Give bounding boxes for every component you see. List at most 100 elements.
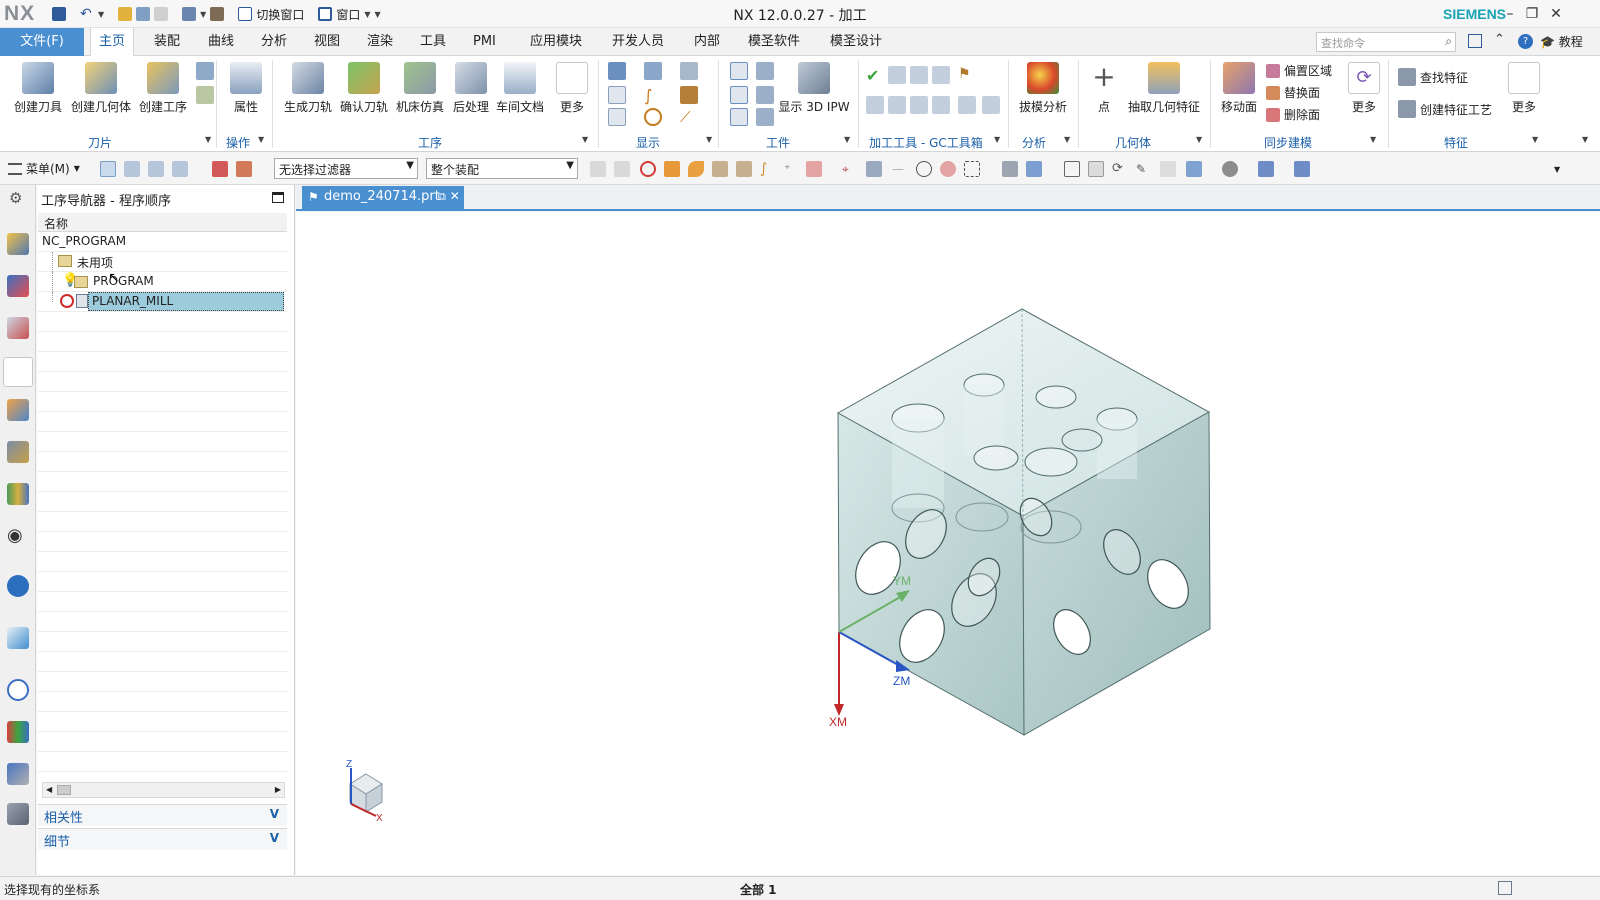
system-materials-icon[interactable] bbox=[7, 721, 29, 743]
help-icon[interactable]: ? bbox=[1518, 34, 1533, 49]
display-circle-icon[interactable] bbox=[644, 108, 662, 126]
repeat-command-icon[interactable] bbox=[182, 7, 197, 21]
display-section-icon[interactable] bbox=[608, 108, 626, 126]
tab-analysis[interactable]: 分析 bbox=[253, 28, 295, 56]
extract-geometry-button[interactable]: 抽取几何特征 bbox=[1126, 60, 1202, 115]
scroll-thumb[interactable] bbox=[57, 785, 71, 795]
pan-icon[interactable]: ✎ bbox=[1136, 161, 1152, 177]
create-method-icon[interactable] bbox=[196, 86, 214, 104]
create-program-icon[interactable] bbox=[196, 62, 214, 80]
gc-check-icon[interactable]: ✔ bbox=[866, 66, 884, 85]
group-workpiece-dropdown-icon[interactable]: ▼ bbox=[844, 135, 850, 144]
create-operation-button[interactable]: 创建工序 bbox=[136, 60, 190, 115]
control-point-icon[interactable]: — bbox=[892, 161, 908, 177]
assembly-navigator-icon[interactable] bbox=[7, 233, 29, 255]
gc-tool-icon-2[interactable] bbox=[910, 66, 928, 84]
group-feature-dropdown-icon[interactable]: ▼ bbox=[1532, 135, 1538, 144]
menu-button[interactable]: 菜单(M) ▼ bbox=[8, 160, 80, 177]
repeat-dropdown-icon[interactable]: ▼ bbox=[200, 10, 206, 19]
collapse-ribbon-icon[interactable]: ⌃ bbox=[1494, 32, 1505, 47]
gc-tool-icon-9[interactable] bbox=[982, 96, 1000, 114]
undo-dropdown-icon[interactable]: ▼ bbox=[98, 10, 104, 19]
zoom-icon[interactable] bbox=[1088, 161, 1104, 177]
history-clock-icon[interactable] bbox=[7, 679, 29, 701]
curve-filter-icon[interactable]: ∫ bbox=[760, 161, 776, 177]
more-procedure-button[interactable]: 更多 bbox=[552, 60, 592, 115]
offset-region-button[interactable]: 偏置区域 bbox=[1266, 62, 1332, 79]
reuse-library-icon[interactable] bbox=[7, 441, 29, 463]
display-program-icon[interactable] bbox=[680, 62, 698, 80]
machine-sim-button[interactable]: 机床仿真 bbox=[392, 60, 448, 115]
geometry-view-icon[interactable] bbox=[148, 161, 164, 177]
tab-mosheng-software[interactable]: 模圣软件 bbox=[740, 28, 808, 56]
machining-method-view-icon[interactable] bbox=[172, 161, 188, 177]
face-filter-icon[interactable] bbox=[688, 161, 704, 177]
minimize-icon[interactable]: – bbox=[1500, 4, 1520, 24]
post-process-button[interactable]: 后处理 bbox=[448, 60, 494, 115]
visibility-eye-icon[interactable]: ◉ bbox=[7, 525, 29, 547]
op-filter-icon-2[interactable] bbox=[236, 161, 252, 177]
replace-face-button[interactable]: 替换面 bbox=[1266, 84, 1320, 101]
feature-filter-icon[interactable] bbox=[736, 161, 752, 177]
group-gc-dropdown-icon[interactable]: ▼ bbox=[994, 135, 1000, 144]
restore-icon[interactable]: ❐ bbox=[1522, 4, 1542, 24]
display-tool-path-icon[interactable] bbox=[608, 62, 626, 80]
display-layer-icon[interactable] bbox=[608, 86, 626, 104]
gc-tool-icon-3[interactable] bbox=[932, 66, 950, 84]
web-browser-icon[interactable] bbox=[7, 627, 29, 649]
display-curve-icon[interactable]: ∫ bbox=[644, 86, 662, 105]
group-tool-dropdown-icon[interactable]: ▼ bbox=[205, 135, 211, 144]
constraint-navigator-icon[interactable] bbox=[7, 275, 29, 297]
part-navigator-icon[interactable] bbox=[7, 317, 29, 339]
create-tool-button[interactable]: 创建刀具 bbox=[8, 60, 68, 115]
tab-pmi[interactable]: PMI bbox=[465, 28, 504, 56]
horizontal-scrollbar[interactable]: ◀ ▶ bbox=[42, 782, 285, 798]
tab-render[interactable]: 渲染 bbox=[359, 28, 401, 56]
group-procedure-dropdown-icon[interactable]: ▼ bbox=[582, 135, 588, 144]
undo-icon[interactable]: ↶ bbox=[80, 7, 94, 21]
view-triad[interactable] bbox=[349, 768, 383, 817]
tab-view[interactable]: 视图 bbox=[306, 28, 348, 56]
machine-navigator-icon[interactable] bbox=[7, 399, 29, 421]
rotate-icon[interactable]: ⟳ bbox=[1112, 161, 1128, 177]
verify-path-button[interactable]: 确认刀轨 bbox=[336, 60, 392, 115]
tutorial-button[interactable]: 🎓 教程 bbox=[1540, 33, 1583, 50]
snap-point-icon[interactable] bbox=[806, 161, 822, 177]
tree-row-nc-program[interactable]: NC_PROGRAM bbox=[38, 232, 287, 252]
accordion-details[interactable]: 细节 V bbox=[38, 828, 287, 850]
group-display-dropdown-icon[interactable]: ▼ bbox=[706, 135, 712, 144]
midpoint-icon[interactable] bbox=[866, 161, 882, 177]
move-face-button[interactable]: 移动面 bbox=[1216, 60, 1262, 115]
graphics-viewport[interactable]: XM YM ZM Z X ↖ bbox=[108, 212, 1600, 875]
show-hide-icon[interactable] bbox=[1294, 161, 1310, 177]
find-feature-button[interactable]: 查找特征 bbox=[1398, 68, 1468, 86]
edit-section-icon[interactable] bbox=[1222, 161, 1238, 177]
tab-curve[interactable]: 曲线 bbox=[200, 28, 242, 56]
create-feature-process-button[interactable]: 创建特征工艺 bbox=[1398, 100, 1492, 118]
hd3d-tools-icon[interactable] bbox=[7, 483, 29, 505]
more-feature-button[interactable]: 更多 bbox=[1504, 60, 1544, 115]
generate-path-button[interactable]: 生成刀轨 bbox=[280, 60, 336, 115]
settings-gear-icon[interactable]: ⚙ bbox=[9, 189, 22, 207]
assembly-scope-dropdown[interactable]: 整个装配 ▼ bbox=[426, 158, 578, 179]
info-icon[interactable] bbox=[7, 575, 29, 597]
tab-home[interactable]: 主页 bbox=[90, 28, 135, 57]
draft-analysis-button[interactable]: 拔模分析 bbox=[1014, 60, 1072, 115]
paste-icon[interactable] bbox=[154, 7, 169, 21]
touch-mode-icon[interactable] bbox=[210, 7, 225, 21]
fit-view-icon[interactable] bbox=[1064, 161, 1080, 177]
close-icon[interactable]: ✕ bbox=[1546, 4, 1566, 24]
more-sync-button[interactable]: ⟳ 更多 bbox=[1344, 60, 1384, 115]
snap-icon-2[interactable] bbox=[614, 161, 630, 177]
display-tool-icon[interactable] bbox=[680, 86, 698, 104]
workpiece-icon-1[interactable] bbox=[730, 62, 748, 80]
gc-tool-icon-5[interactable] bbox=[888, 96, 906, 114]
roles-icon[interactable] bbox=[7, 803, 29, 825]
ribbon-options-dropdown-icon[interactable]: ▼ bbox=[1582, 135, 1588, 144]
window-dropdown-icon[interactable]: ▼ bbox=[364, 10, 370, 19]
tree-row-program[interactable]: 💡 PROGRAM bbox=[38, 272, 287, 292]
group-ops-dropdown-icon[interactable]: ▼ bbox=[258, 135, 264, 144]
gc-tool-icon-8[interactable] bbox=[958, 96, 976, 114]
group-sync-dropdown-icon[interactable]: ▼ bbox=[1370, 135, 1376, 144]
scroll-right-icon[interactable]: ▶ bbox=[275, 783, 281, 797]
